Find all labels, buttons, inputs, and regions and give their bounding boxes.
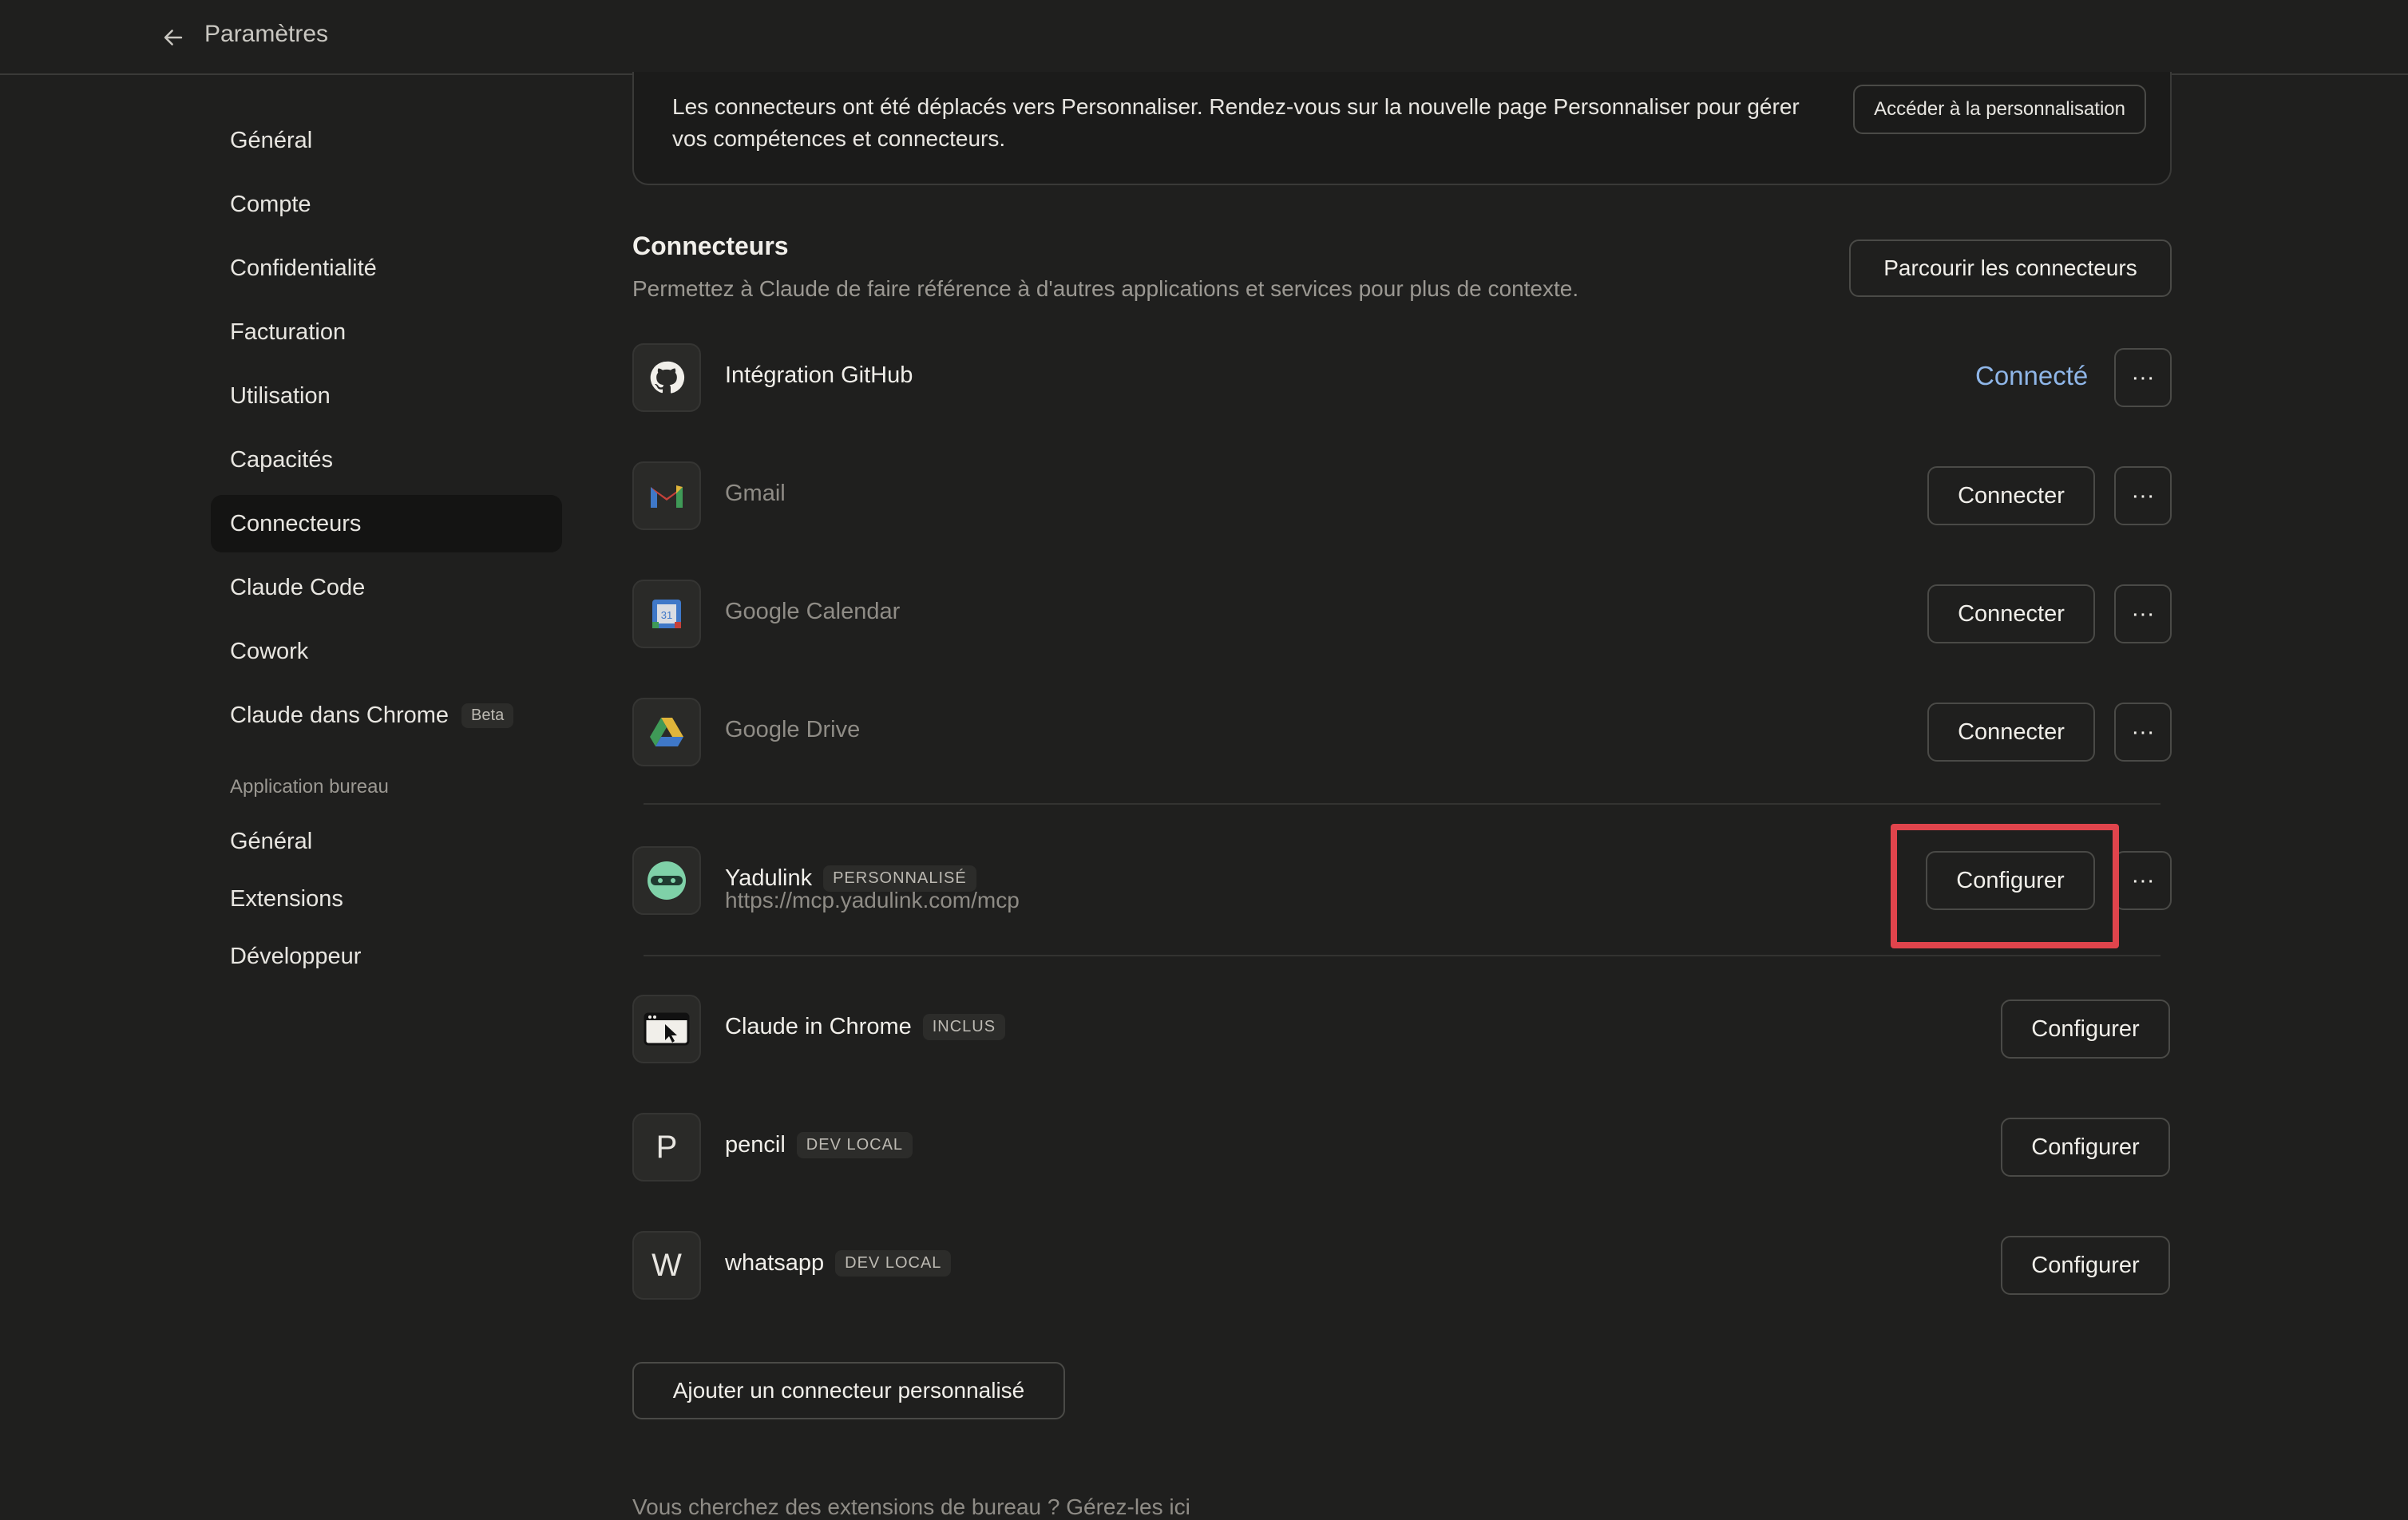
more-options-button[interactable]: ··· (2114, 466, 2172, 525)
github-icon (632, 343, 701, 412)
chrome-cursor-icon (632, 995, 701, 1063)
connect-button[interactable]: Connecter (1927, 584, 2095, 643)
connectors-title: Connecteurs (632, 232, 789, 260)
sidebar-item-privacy[interactable]: Confidentialité (211, 239, 562, 297)
beta-badge: Beta (461, 703, 514, 728)
connector-row-yadulink: Yadulink PERSONNALISÉ https://mcp.yaduli… (632, 846, 2172, 966)
configure-button[interactable]: Configurer (2001, 1236, 2170, 1295)
included-tag: INCLUS (922, 1014, 1006, 1040)
google-calendar-icon: 31 (632, 580, 701, 648)
sidebar-item-label: Développeur (230, 943, 362, 969)
sidebar-item-label: Claude dans Chrome (230, 702, 450, 728)
sidebar-item-label: Facturation (230, 319, 347, 345)
yadulink-icon (632, 846, 701, 915)
connector-row-google-calendar: 31 Google Calendar Connecter ··· (632, 580, 2172, 648)
back-arrow-icon[interactable] (160, 24, 187, 51)
sidebar-item-label: Utilisation (230, 382, 331, 409)
configure-button[interactable]: Configurer (1926, 851, 2095, 910)
dev-local-tag: DEV LOCAL (835, 1250, 952, 1277)
connector-row-github: Intégration GitHub Connecté ··· (632, 343, 2172, 412)
connector-row-pencil: P pencil DEV LOCAL Configurer (632, 1113, 2172, 1182)
page-title: Paramètres (204, 21, 329, 47)
connector-row-claude-in-chrome: Claude in Chrome INCLUS Configurer (632, 995, 2172, 1063)
connector-name: Google Calendar (725, 599, 901, 624)
add-custom-connector-button[interactable]: Ajouter un connecteur personnalisé (632, 1362, 1065, 1419)
sidebar-item-usage[interactable]: Utilisation (211, 367, 562, 425)
connector-name: pencil DEV LOCAL (725, 1132, 913, 1158)
svg-text:31: 31 (661, 609, 672, 621)
configure-button[interactable]: Configurer (2001, 1118, 2170, 1177)
sidebar-item-label: Claude Code (230, 574, 366, 600)
connect-button[interactable]: Connecter (1927, 466, 2095, 525)
more-options-button[interactable]: ··· (2114, 348, 2172, 407)
divider (644, 803, 2160, 805)
letter-p-icon: P (632, 1113, 701, 1182)
sidebar-item-cowork[interactable]: Cowork (211, 623, 562, 680)
top-bar: Paramètres (0, 0, 2408, 75)
connector-name: whatsapp DEV LOCAL (725, 1250, 952, 1277)
google-drive-icon (632, 698, 701, 766)
icon-letter: W (652, 1247, 682, 1283)
sidebar-item-general[interactable]: Général (211, 112, 562, 169)
go-to-customize-button[interactable]: Accéder à la personnalisation (1853, 85, 2146, 134)
more-options-button[interactable]: ··· (2114, 703, 2172, 762)
letter-w-icon: W (632, 1231, 701, 1300)
sidebar-item-account[interactable]: Compte (211, 176, 562, 233)
sidebar-item-label: Confidentialité (230, 255, 377, 281)
connect-button[interactable]: Connecter (1927, 703, 2095, 762)
sidebar-section-desktop: Application bureau (230, 776, 389, 798)
connector-name: Gmail (725, 481, 786, 506)
more-options-button[interactable]: ··· (2114, 584, 2172, 643)
desktop-extensions-link[interactable]: Vous cherchez des extensions de bureau ?… (632, 1494, 1190, 1520)
sidebar-item-extensions[interactable]: Extensions (211, 873, 562, 924)
connector-url: https://mcp.yadulink.com/mcp (725, 888, 1020, 912)
more-options-button[interactable]: ··· (2114, 851, 2172, 910)
dev-local-tag: DEV LOCAL (796, 1132, 913, 1158)
sidebar-item-developer[interactable]: Développeur (211, 931, 562, 982)
sidebar-item-label: Cowork (230, 638, 309, 664)
browse-connectors-button[interactable]: Parcourir les connecteurs (1849, 239, 2172, 297)
connected-status: Connecté (1975, 361, 2089, 390)
connectors-subtitle: Permettez à Claude de faire référence à … (632, 276, 1579, 301)
sidebar-item-label: Connecteurs (230, 510, 362, 536)
connector-name-text: whatsapp (725, 1250, 825, 1276)
sidebar-item-desktop-general[interactable]: Général (211, 816, 562, 867)
divider (644, 955, 2160, 956)
connector-name-text: pencil (725, 1132, 786, 1158)
configure-button[interactable]: Configurer (2001, 999, 2170, 1059)
connector-row-gmail: Gmail Connecter ··· (632, 461, 2172, 530)
settings-sidebar: Général Compte Confidentialité Facturati… (211, 112, 562, 988)
gmail-icon (632, 461, 701, 530)
connector-row-google-drive: Google Drive Connecter ··· (632, 698, 2172, 766)
sidebar-item-label: Général (230, 127, 313, 153)
icon-letter: P (655, 1129, 678, 1165)
moved-notice-banner: Les connecteurs ont été déplacés vers Pe… (632, 72, 2172, 185)
sidebar-item-label: Compte (230, 191, 311, 217)
banner-text: Les connecteurs ont été déplacés vers Pe… (672, 94, 1800, 151)
connector-row-whatsapp: W whatsapp DEV LOCAL Configurer (632, 1231, 2172, 1300)
connector-name: Intégration GitHub (725, 362, 913, 388)
connector-name: Claude in Chrome INCLUS (725, 1014, 1006, 1040)
sidebar-item-label: Général (230, 828, 313, 854)
sidebar-item-claude-code[interactable]: Claude Code (211, 559, 562, 616)
sidebar-item-billing[interactable]: Facturation (211, 303, 562, 361)
sidebar-item-claude-in-chrome[interactable]: Claude dans Chrome Beta (211, 687, 562, 744)
sidebar-item-capabilities[interactable]: Capacités (211, 431, 562, 489)
connector-name: Google Drive (725, 717, 861, 742)
connector-name-text: Claude in Chrome (725, 1014, 912, 1039)
sidebar-item-label: Extensions (230, 885, 343, 912)
sidebar-item-connectors[interactable]: Connecteurs (211, 495, 562, 552)
sidebar-item-label: Capacités (230, 446, 333, 473)
